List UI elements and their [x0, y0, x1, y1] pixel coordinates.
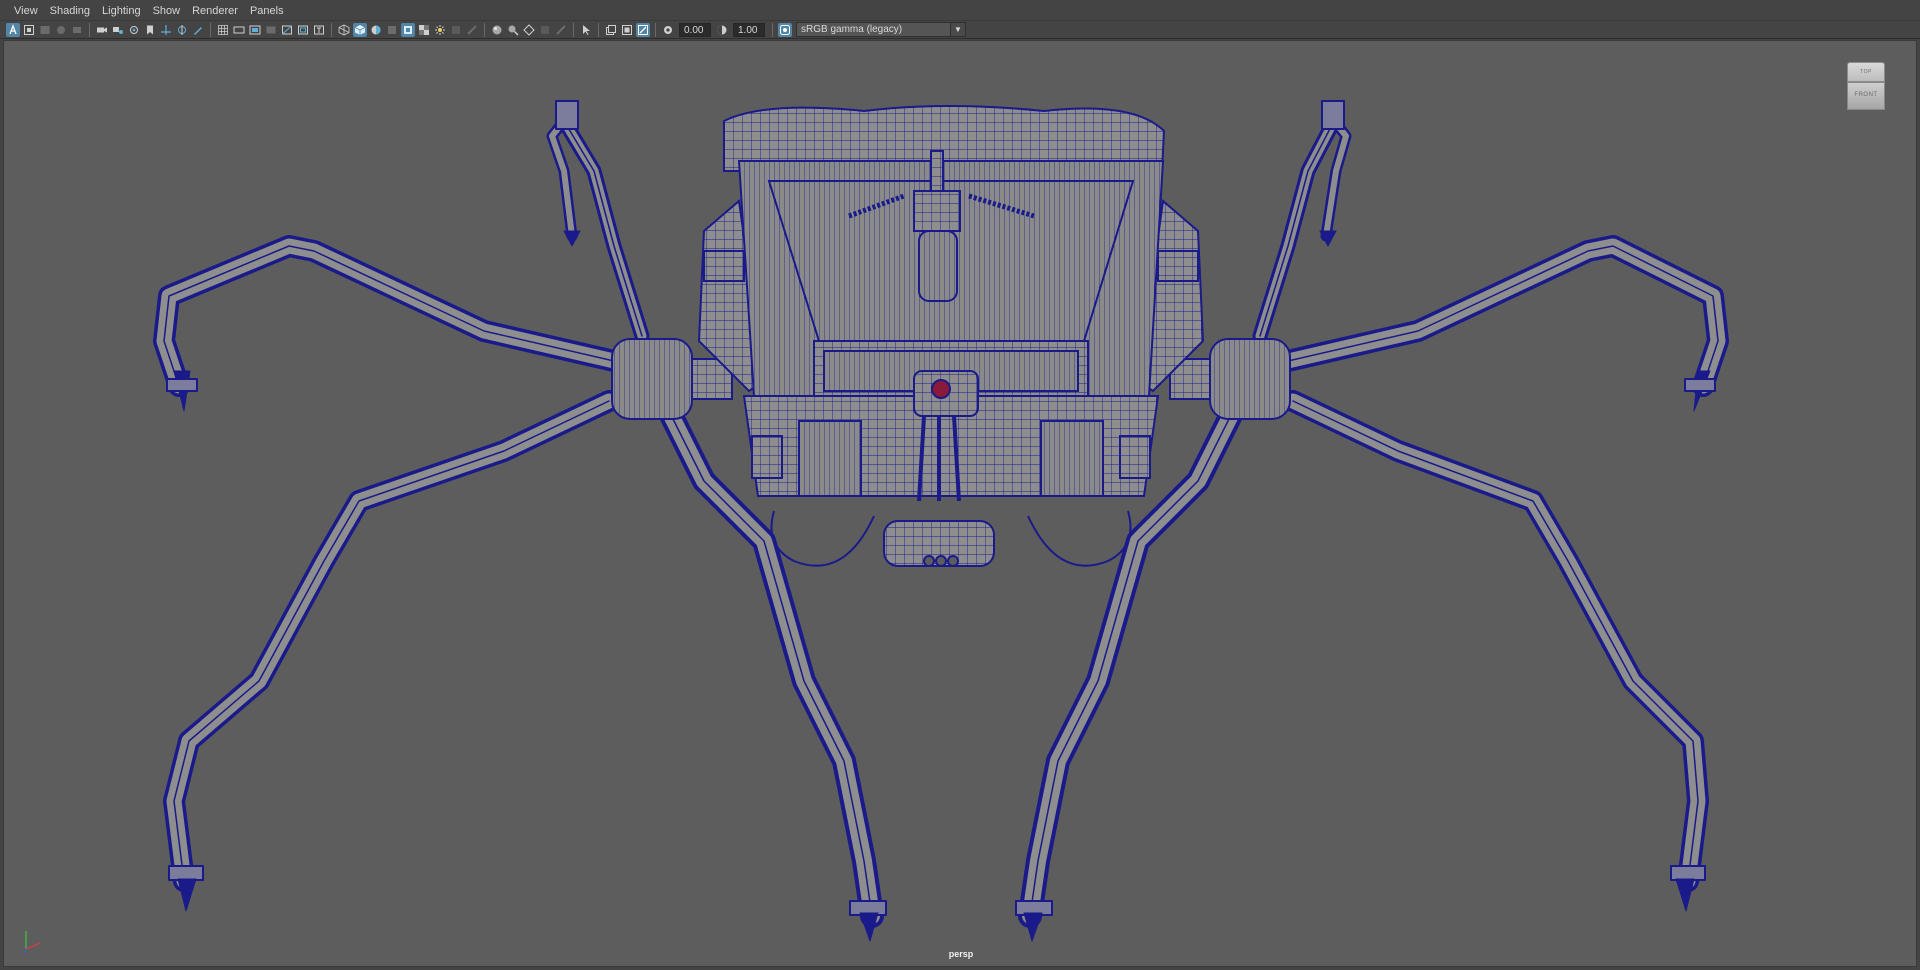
smooth-shade-icon[interactable] — [353, 22, 367, 37]
isolate-view-icon[interactable] — [604, 23, 618, 37]
grid-icon[interactable] — [216, 23, 230, 37]
hub-right — [1209, 338, 1291, 420]
toolbar-separator — [772, 22, 773, 37]
color-space-value: sRGB gamma (legacy) — [801, 24, 903, 35]
safe-title-icon[interactable] — [312, 23, 326, 37]
resolution-gate-icon[interactable] — [248, 23, 262, 37]
wireframe-icon[interactable] — [337, 23, 351, 37]
view-cube-front-face[interactable]: FRONT — [1847, 82, 1885, 110]
leg-lower-right — [1282, 390, 1709, 912]
menu-shading[interactable]: Shading — [44, 0, 96, 21]
gatling-gun — [918, 230, 958, 302]
film-gate-icon[interactable] — [232, 23, 246, 37]
image-plane-icon[interactable] — [54, 23, 68, 37]
grease-pencil-icon[interactable] — [175, 23, 189, 37]
hub-left — [611, 338, 693, 420]
gamma-field[interactable]: 1.00 — [733, 22, 765, 37]
anti-aliasing-icon[interactable] — [465, 23, 479, 37]
maya-viewport-panel: View Shading Lighting Show Renderer Pane… — [0, 0, 1920, 970]
2d-pan-zoom-icon[interactable] — [159, 23, 173, 37]
menu-show[interactable]: Show — [147, 0, 187, 21]
menu-renderer[interactable]: Renderer — [186, 0, 244, 21]
gate-mask-icon[interactable] — [264, 23, 278, 37]
pencil-icon[interactable] — [191, 23, 205, 37]
leg-upper-right — [1277, 235, 1729, 412]
camera-attributes-icon[interactable] — [111, 23, 125, 37]
2d-pan-zoom-icon[interactable] — [70, 23, 84, 37]
safe-action-icon[interactable] — [296, 23, 310, 37]
textured-icon[interactable] — [385, 23, 399, 37]
toolbar-separator — [484, 22, 485, 37]
toolbar-separator — [573, 22, 574, 37]
sensor-eye — [931, 379, 951, 399]
leg-back-right — [1252, 100, 1352, 344]
panel-toolbar: 0.00 1.00 sRGB gamma (legacy) ▼ — [0, 21, 1920, 39]
leg-lower-left — [163, 390, 620, 912]
menu-view[interactable]: View — [8, 0, 44, 21]
spider-mech-wireframe-model[interactable] — [4, 41, 1917, 967]
camera-name-label: persp — [948, 949, 974, 959]
view-cube-top-face[interactable]: TOP — [1847, 62, 1885, 82]
backface-culling-icon[interactable] — [636, 22, 650, 37]
bookmark-icon[interactable] — [143, 23, 157, 37]
camera-attributes-icon[interactable] — [22, 23, 36, 37]
motion-blur-icon[interactable] — [449, 23, 463, 37]
gamma-icon[interactable] — [715, 23, 729, 37]
toolbar-separator — [598, 22, 599, 37]
screen-ambient-occlusion-icon[interactable] — [433, 23, 447, 37]
color-management-icon[interactable] — [778, 22, 792, 37]
menu-panels[interactable]: Panels — [244, 0, 290, 21]
chevron-down-icon: ▼ — [950, 23, 965, 36]
body-group — [697, 105, 1205, 567]
perspective-viewport[interactable]: TOP FRONT persp — [3, 40, 1917, 967]
leg-upper-left — [153, 235, 625, 412]
exposure-field[interactable]: 0.00 — [679, 22, 711, 37]
field-chart-icon[interactable] — [280, 23, 294, 37]
exposure-icon[interactable] — [661, 23, 675, 37]
toolbar-separator — [331, 22, 332, 37]
view-cube[interactable]: TOP FRONT — [1845, 62, 1887, 114]
bookmark-icon[interactable] — [38, 23, 52, 37]
isolate-select-icon[interactable] — [506, 23, 520, 37]
toolbar-separator — [655, 22, 656, 37]
toolbar-separator — [210, 22, 211, 37]
select-objects-icon[interactable] — [579, 23, 593, 37]
shadows-icon[interactable] — [417, 23, 431, 37]
xray-icon[interactable] — [522, 23, 536, 37]
toolbar-separator — [89, 22, 90, 37]
menu-lighting[interactable]: Lighting — [96, 0, 147, 21]
two-sided-lighting-icon[interactable] — [620, 23, 634, 37]
panel-menu-bar: View Shading Lighting Show Renderer Pane… — [0, 0, 1920, 21]
xray-joints-icon[interactable] — [554, 23, 568, 37]
leg-back-left — [546, 100, 650, 344]
xray-active-icon[interactable] — [538, 23, 552, 37]
select-camera-icon[interactable] — [6, 22, 20, 37]
depth-of-field-icon[interactable] — [490, 23, 504, 37]
camera-icon[interactable] — [95, 23, 109, 37]
default-material-icon[interactable] — [369, 23, 383, 37]
color-space-dropdown[interactable]: sRGB gamma (legacy) ▼ — [796, 22, 966, 37]
use-lights-icon[interactable] — [401, 22, 415, 37]
image-plane-icon[interactable] — [127, 23, 141, 37]
